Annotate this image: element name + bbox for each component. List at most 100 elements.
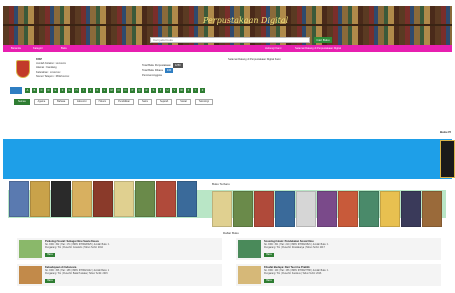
new-books-strip-left [9,181,198,219]
nav-item-beranda[interactable]: Beranda [11,47,21,50]
alphabet-filter-button[interactable]: H [74,88,79,93]
book-cover[interactable] [422,191,442,227]
book-cover[interactable] [254,191,274,227]
section-title-daftar: Daftar Buku [223,231,239,235]
book-cover[interactable] [233,191,253,227]
category-filter-button[interactable]: Pendidikan [114,99,134,105]
alphabet-filter-button[interactable]: M [109,88,114,93]
book-card[interactable]: Psikologi Sosial: Sebagai Ilmu Suatu Kas… [17,238,222,260]
alphabet-filter-button[interactable]: V [172,88,177,93]
book-card[interactable]: Kebudayaan di Indonesia No. DDC: 306 | H… [17,264,222,286]
read-button[interactable]: Baca [264,253,274,257]
book-cover[interactable] [380,191,400,227]
book-thumbnail[interactable] [19,240,42,258]
alphabet-filter-button[interactable]: R [144,88,149,93]
alphabet-filter-button[interactable]: P [130,88,135,93]
read-button[interactable]: Baca [45,253,55,257]
stat-label: Total Buku Dibaca [142,69,163,72]
profile-line: Nomor Telepon : 0812xxxxxx [36,74,70,78]
new-books-strip-right [212,191,443,229]
search-input[interactable]: Cari judul buku [150,37,310,43]
category-filter-button[interactable]: Agama [33,99,50,105]
book-card[interactable]: Filsafat Budaya: Dari Teori ke Praktik N… [236,264,441,286]
alphabet-filter-button[interactable]: K [95,88,100,93]
nav-item-hubungi[interactable]: Hubungi Kami [265,47,281,50]
book-title[interactable]: Kebudayaan di Indonesia [45,266,76,269]
category-filter-button[interactable]: Hukum [94,99,111,105]
book-cover[interactable] [275,191,295,227]
book-meta-line: Pengarang: Tim | Penerbit: Grasindo | Ta… [45,247,103,249]
alphabet-filter-button[interactable]: X [186,88,191,93]
stats-panel: Total Buku Perpustakaan 1250 Total Buku D… [142,63,183,78]
nav-welcome-text: Selamat Datang di Perpustakaan Digital [295,47,341,50]
book-cover[interactable] [30,181,50,217]
book-cover[interactable] [296,191,316,227]
alphabet-filter-button[interactable]: I [81,88,86,93]
book-title[interactable]: Psikologi Sosial: Sebagai Ilmu Suatu Kas… [45,240,99,243]
category-filter-button[interactable]: Sains [138,99,152,105]
book-thumbnail[interactable] [238,266,261,284]
book-cover[interactable] [212,191,232,227]
book-cover[interactable] [338,191,358,227]
alphabet-filter-button[interactable]: D [46,88,51,93]
stat-badge: 1250 [172,63,183,68]
read-button[interactable]: Baca [264,279,274,283]
alphabet-filter-button[interactable]: J [88,88,93,93]
stat-label: Peminat Anggota [142,74,162,77]
alphabet-filter-button[interactable]: W [179,88,184,93]
alphabet-filter-button[interactable]: S [151,88,156,93]
alphabet-filter-button[interactable]: F [60,88,65,93]
alphabet-filter-button[interactable]: B [32,88,37,93]
nav-item-kategori[interactable]: Kategori [33,47,43,50]
book-meta-line: Pengarang: Tim | Penerbit: Rosdakarya | … [264,247,325,249]
book-cover[interactable] [317,191,337,227]
alphabet-filter-button[interactable]: L [102,88,107,93]
alphabet-filter-button[interactable]: G [67,88,72,93]
alphabet-filter-button[interactable]: Q [137,88,142,93]
search-button[interactable]: Cari Buku [314,37,332,43]
featured-band [3,139,452,179]
alphabet-filter-button[interactable]: U [165,88,170,93]
book-cover[interactable] [93,181,113,217]
alphabet-filter-button[interactable]: C [39,88,44,93]
category-filter-button[interactable]: Semua [14,99,30,105]
book-cover[interactable] [359,191,379,227]
book-meta: No. DDC: 301 | Hal.: 210 | ISBN: 9786024… [264,244,328,250]
book-cover[interactable] [72,181,92,217]
category-filter-button[interactable]: Ekonomi [73,99,91,105]
main-nav: Beranda Kategori Buku Hubungi Kami Selam… [3,45,452,52]
book-title[interactable]: Sosiologi Islam: Pendekatan Sosial Ilmu [264,240,314,243]
book-cover[interactable] [401,191,421,227]
book-meta: No. DDC: 100 | Hal.: 156 | ISBN: 9786027… [264,270,328,276]
book-cover[interactable] [135,181,155,217]
alphabet-filter-button[interactable]: Z [200,88,205,93]
category-filter-button[interactable]: Sosial [176,99,191,105]
alphabet-filter-button[interactable]: N [116,88,121,93]
alphabet-filter-button[interactable]: O [123,88,128,93]
site-title: Perpustakaan Digital [203,16,289,25]
welcome-notice: Selamat Datang di Perpustakaan Digital K… [228,58,281,61]
filter-icon[interactable] [10,87,22,94]
alphabet-filter-button[interactable]: E [53,88,58,93]
alphabet-filter-button[interactable]: A [25,88,30,93]
category-filter-button[interactable]: Teknologi [194,99,213,105]
book-cover[interactable] [51,181,71,217]
book-cover[interactable] [114,181,134,217]
category-filter-button[interactable]: Bahasa [53,99,70,105]
category-filter-button[interactable]: Sejarah [155,99,173,105]
read-button[interactable]: Baca [45,279,55,283]
nav-item-buku[interactable]: Buku [61,47,67,50]
book-cover[interactable] [156,181,176,217]
book-meta: No. DDC: 306 | Hal.: 188 | ISBN: 9786021… [45,270,109,276]
book-cover[interactable] [177,181,197,217]
alphabet-filter-button[interactable]: T [158,88,163,93]
book-meta-line: Pengarang: Tim | Penerbit: Kanisius | Ta… [264,273,322,275]
book-title[interactable]: Filsafat Budaya: Dari Teori ke Praktik [264,266,310,269]
alphabet-filter-button[interactable]: Y [193,88,198,93]
book-thumbnail[interactable] [19,266,42,284]
book-cover[interactable] [9,181,29,217]
book-thumbnail[interactable] [238,240,261,258]
profile-info: DISP Jumlah Koleksi : xxxxxxxx Alamat : … [36,58,69,79]
featured-book-cover[interactable] [440,140,455,178]
book-card[interactable]: Sosiologi Islam: Pendekatan Sosial Ilmu … [236,238,441,260]
